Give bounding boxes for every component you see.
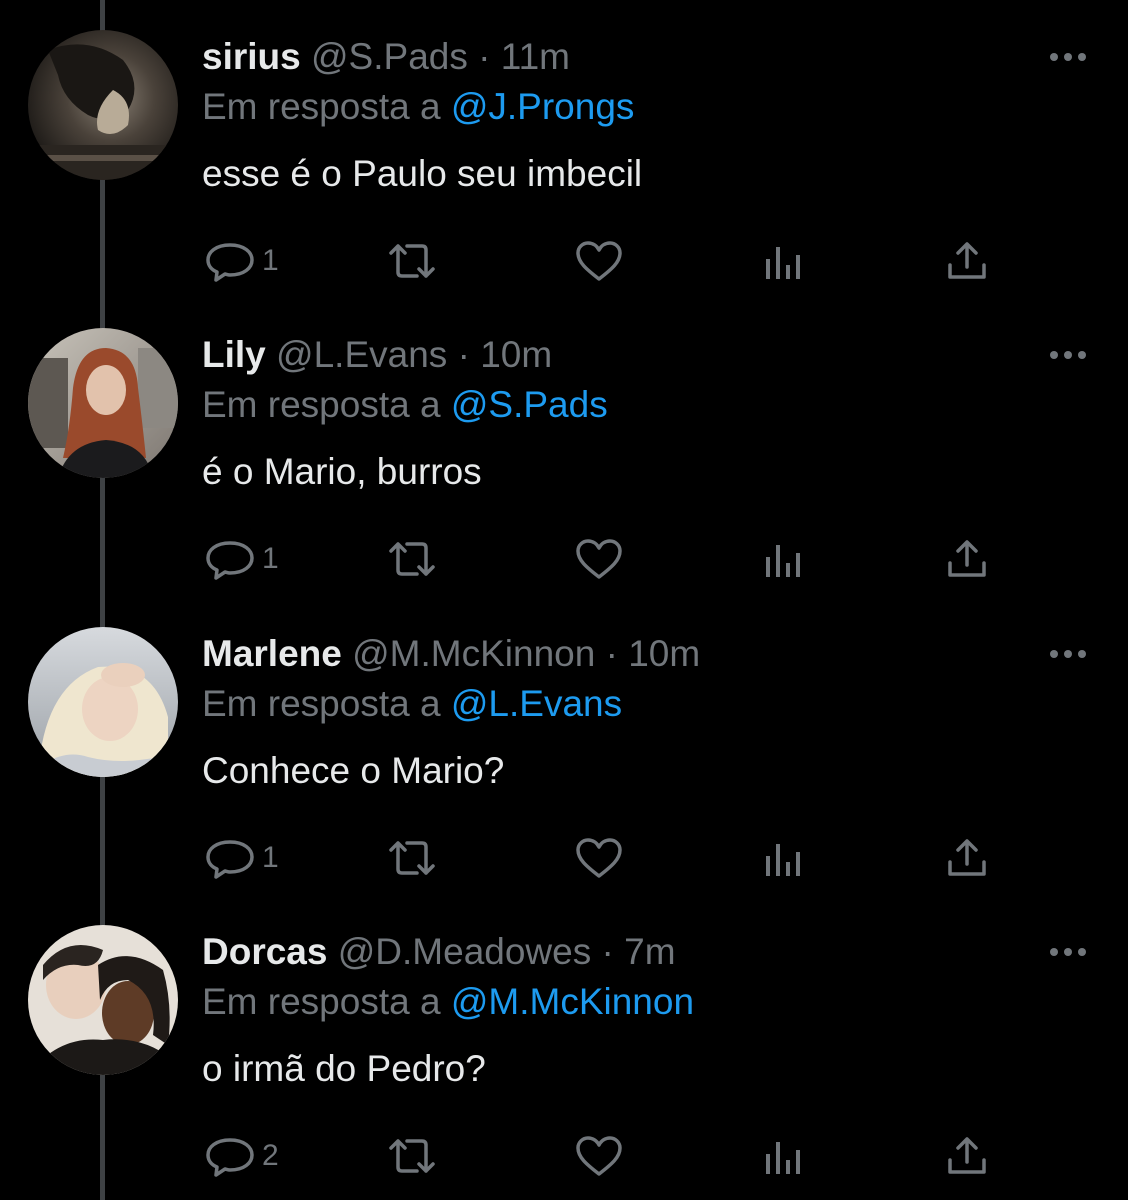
reply-button[interactable]: 1 bbox=[202, 534, 279, 584]
reply-prefix: Em resposta a bbox=[202, 683, 441, 724]
reply-icon bbox=[202, 836, 258, 880]
like-button[interactable] bbox=[574, 833, 624, 883]
timestamp[interactable]: 11m bbox=[501, 36, 570, 77]
views-icon bbox=[762, 1134, 806, 1178]
share-icon bbox=[944, 537, 990, 581]
reply-button[interactable]: 1 bbox=[202, 236, 279, 286]
retweet-button[interactable] bbox=[383, 833, 441, 883]
tweet[interactable]: Marlene @M.McKinnon · 10m Em resposta a … bbox=[0, 597, 1128, 895]
reply-target-link[interactable]: @S.Pads bbox=[451, 384, 608, 425]
reply-context: Em resposta a @J.Prongs bbox=[202, 84, 634, 130]
reply-count: 2 bbox=[262, 1139, 279, 1172]
share-icon bbox=[944, 836, 990, 880]
like-button[interactable] bbox=[574, 1131, 624, 1181]
share-icon bbox=[944, 1134, 990, 1178]
tweet-actions: 2 bbox=[200, 1131, 1020, 1181]
tweet-text: Conhece o Mario? bbox=[202, 750, 505, 791]
like-icon bbox=[574, 239, 624, 283]
views-icon bbox=[762, 836, 806, 880]
more-options-icon[interactable] bbox=[1046, 42, 1090, 72]
reply-context: Em resposta a @S.Pads bbox=[202, 382, 608, 428]
reply-context: Em resposta a @L.Evans bbox=[202, 681, 622, 727]
reply-prefix: Em resposta a bbox=[202, 86, 441, 127]
tweet-text: é o Mario, burros bbox=[202, 451, 482, 492]
retweet-icon bbox=[383, 537, 441, 581]
tweet-header: Dorcas @D.Meadowes · 7m bbox=[202, 929, 676, 975]
retweet-button[interactable] bbox=[383, 236, 441, 286]
reply-button[interactable]: 2 bbox=[202, 1131, 279, 1181]
reply-target-link[interactable]: @J.Prongs bbox=[451, 86, 635, 127]
avatar[interactable] bbox=[28, 925, 178, 1075]
retweet-button[interactable] bbox=[383, 534, 441, 584]
tweet-header: Lily @L.Evans · 10m bbox=[202, 332, 552, 378]
retweet-button[interactable] bbox=[383, 1131, 441, 1181]
retweet-icon bbox=[383, 1134, 441, 1178]
avatar[interactable] bbox=[28, 328, 178, 478]
display-name[interactable]: sirius bbox=[202, 36, 301, 77]
like-icon bbox=[574, 836, 624, 880]
reply-target-link[interactable]: @L.Evans bbox=[451, 683, 622, 724]
views-button[interactable] bbox=[762, 534, 806, 584]
reply-icon bbox=[202, 1134, 258, 1178]
more-options-icon[interactable] bbox=[1046, 937, 1090, 967]
avatar[interactable] bbox=[28, 627, 178, 777]
user-handle[interactable]: @D.Meadowes bbox=[338, 931, 592, 972]
like-button[interactable] bbox=[574, 236, 624, 286]
retweet-icon bbox=[383, 239, 441, 283]
display-name[interactable]: Marlene bbox=[202, 633, 342, 674]
retweet-icon bbox=[383, 836, 441, 880]
views-icon bbox=[762, 239, 806, 283]
views-button[interactable] bbox=[762, 236, 806, 286]
views-icon bbox=[762, 537, 806, 581]
separator-dot: · bbox=[601, 931, 614, 972]
share-button[interactable] bbox=[944, 833, 990, 883]
reply-context: Em resposta a @M.McKinnon bbox=[202, 979, 694, 1025]
share-button[interactable] bbox=[944, 534, 990, 584]
tweet-header: Marlene @M.McKinnon · 10m bbox=[202, 631, 700, 677]
tweet-text: esse é o Paulo seu imbecil bbox=[202, 153, 643, 194]
reply-prefix: Em resposta a bbox=[202, 384, 441, 425]
tweet-actions: 1 bbox=[200, 833, 1020, 883]
timestamp[interactable]: 7m bbox=[624, 931, 675, 972]
tweet[interactable]: Dorcas @D.Meadowes · 7m Em resposta a @M… bbox=[0, 895, 1128, 1193]
reply-count: 1 bbox=[262, 542, 279, 575]
tweet[interactable]: sirius @S.Pads · 11m Em resposta a @J.Pr… bbox=[0, 0, 1128, 298]
user-handle[interactable]: @S.Pads bbox=[311, 36, 468, 77]
reply-icon bbox=[202, 239, 258, 283]
like-icon bbox=[574, 537, 624, 581]
like-button[interactable] bbox=[574, 534, 624, 584]
views-button[interactable] bbox=[762, 833, 806, 883]
display-name[interactable]: Dorcas bbox=[202, 931, 327, 972]
tweet-actions: 1 bbox=[200, 236, 1020, 286]
reply-button[interactable]: 1 bbox=[202, 833, 279, 883]
timestamp[interactable]: 10m bbox=[480, 334, 552, 375]
more-options-icon[interactable] bbox=[1046, 340, 1090, 370]
reply-count: 1 bbox=[262, 244, 279, 277]
share-button[interactable] bbox=[944, 236, 990, 286]
views-button[interactable] bbox=[762, 1131, 806, 1181]
reply-target-link[interactable]: @M.McKinnon bbox=[451, 981, 694, 1022]
like-icon bbox=[574, 1134, 624, 1178]
reply-prefix: Em resposta a bbox=[202, 981, 441, 1022]
more-options-icon[interactable] bbox=[1046, 639, 1090, 669]
user-handle[interactable]: @L.Evans bbox=[276, 334, 447, 375]
reply-icon bbox=[202, 537, 258, 581]
separator-dot: · bbox=[457, 334, 470, 375]
timestamp[interactable]: 10m bbox=[628, 633, 700, 674]
user-handle[interactable]: @M.McKinnon bbox=[352, 633, 595, 674]
share-button[interactable] bbox=[944, 1131, 990, 1181]
tweet-text: o irmã do Pedro? bbox=[202, 1048, 486, 1089]
tweet[interactable]: Lily @L.Evans · 10m Em resposta a @S.Pad… bbox=[0, 298, 1128, 596]
separator-dot: · bbox=[478, 36, 491, 77]
tweet-header: sirius @S.Pads · 11m bbox=[202, 34, 570, 80]
share-icon bbox=[944, 239, 990, 283]
separator-dot: · bbox=[605, 633, 618, 674]
tweet-actions: 1 bbox=[200, 534, 1020, 584]
reply-count: 1 bbox=[262, 841, 279, 874]
display-name[interactable]: Lily bbox=[202, 334, 266, 375]
avatar[interactable] bbox=[28, 30, 178, 180]
